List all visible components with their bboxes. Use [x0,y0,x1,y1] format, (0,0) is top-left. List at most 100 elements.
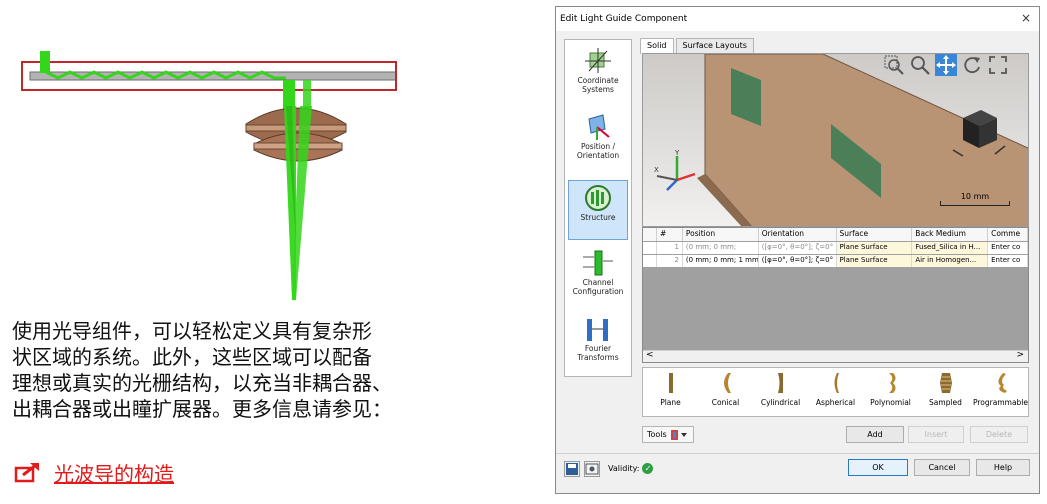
zoom-icon[interactable] [909,54,931,76]
tools-label: Tools [647,430,667,439]
cell-back-medium[interactable]: Air in Homogen... [912,255,989,267]
sidebar-item-position-orientation[interactable]: Position / Orientation [568,110,628,170]
sidebar-item-fourier-transforms[interactable]: Fourier Transforms [568,312,628,372]
sidebar-item-label: Position / Orientation [576,142,620,160]
surface-type-label: Sampled [929,398,962,407]
cell-position[interactable]: (0 mm; 0 mm; [683,242,759,254]
scale-bar: 10 mm [940,192,1010,212]
save-icon[interactable] [564,461,580,477]
surface-type-label: Cylindrical [760,398,801,407]
sidebar-item-coordinate-systems[interactable]: Coordinate Systems [568,44,628,104]
position-orientation-icon [588,114,610,140]
tools-icon [670,429,687,440]
dialog-title: Edit Light Guide Component [560,14,688,24]
structure-icon [585,185,611,211]
polynomial-surface-icon [888,373,895,393]
surface-type-polynomial[interactable]: Polynomial [863,368,918,416]
tools-dropdown-button[interactable]: Tools [642,426,694,443]
cell-back-medium[interactable]: Fused_Silica in H... [912,242,989,254]
insert-button[interactable]: Insert [908,426,964,443]
table-row[interactable]: 2 (0 mm; 0 mm; 1 mm ([φ=0°, θ=0°]; ζ=0° … [643,255,1028,267]
table-header: # Position Orientation Surface Back Medi… [643,228,1028,241]
cell-orientation[interactable]: ([φ=0°, θ=0°]; ζ=0° [759,255,837,267]
link-label[interactable]: 光波导的构造 [54,458,174,487]
cylindrical-surface-icon [777,373,783,393]
cell-index: 2 [657,255,683,267]
description-line: 使用光导组件，可以轻松定义具有复杂形 [12,319,372,343]
check-ok-icon: ✓ [642,463,654,474]
light-guide-illustration [0,0,540,310]
add-button[interactable]: Add [846,426,904,443]
cell-comment[interactable]: Enter co [988,242,1028,254]
axis-label-x: X [654,166,659,174]
validity-label: Validity: [608,464,640,473]
horizontal-scrollbar[interactable]: < > [643,350,1028,362]
cancel-button[interactable]: Cancel [914,459,970,476]
surface-type-label: Programmable [973,398,1029,407]
fourier-transforms-icon [587,319,608,341]
column-header[interactable]: Position [683,228,759,241]
column-header[interactable]: # [657,228,683,241]
tab-surface-layouts[interactable]: Surface Layouts [675,38,754,54]
table-row[interactable]: 1 (0 mm; 0 mm; ([φ=0°, θ=0°]; ζ=0° Plane… [643,242,1028,254]
cell-surface[interactable]: Plane Surface [836,255,913,267]
column-header[interactable]: Comme [988,228,1028,241]
tab-bar: Solid Surface Layouts [640,38,756,54]
cell-surface[interactable]: Plane Surface [836,242,913,254]
external-link-icon [14,463,39,483]
cell-comment[interactable]: Enter co [988,255,1028,267]
surface-type-aspherical[interactable]: Aspherical [808,368,863,416]
sidebar-item-label: Coordinate Systems [577,76,619,94]
cell-orientation[interactable]: ([φ=0°, θ=0°]; ζ=0° [759,242,837,254]
cell-index: 1 [657,242,683,254]
description-line: 出耦合器或出瞳扩展器。更多信息请参见： [12,397,392,421]
fit-view-icon[interactable] [987,54,1009,76]
waveguide-construction-link[interactable]: 光波导的构造 [14,456,174,488]
dialog-sidebar: Coordinate Systems Position / Orientatio… [564,39,632,377]
rotate-icon[interactable] [961,54,983,76]
orientation-cube-icon[interactable] [949,106,1009,164]
pan-icon[interactable] [935,54,957,76]
surface-type-plane[interactable]: Plane [643,368,698,416]
axis-label-y: Y [674,150,680,157]
3d-viewport[interactable]: Y X 10 mm [642,53,1029,227]
tab-solid[interactable]: Solid [640,38,674,54]
plane-surface-icon [668,373,673,393]
aspherical-surface-icon [834,373,839,393]
column-header[interactable]: Back Medium [912,228,989,241]
zoom-window-icon[interactable] [883,54,905,76]
programmable-surface-icon [997,373,1007,393]
column-header[interactable]: Surface [837,228,913,241]
footer-divider [556,453,1039,454]
column-header[interactable]: Orientation [759,228,837,241]
scroll-right-icon[interactable]: > [1016,350,1024,360]
sidebar-item-label: Structure [580,213,616,222]
surface-type-conical[interactable]: Conical [698,368,753,416]
surface-type-label: Plane [660,398,681,407]
surface-type-label: Aspherical [815,398,856,407]
validity-indicator: Validity: ✓ [608,463,654,474]
cell-position[interactable]: (0 mm; 0 mm; 1 mm [683,255,759,267]
description-line: 状区域的系统。此外，这些区域可以配备 [12,345,372,369]
surface-type-cylindrical[interactable]: Cylindrical [753,368,808,416]
coordinate-systems-icon [585,48,611,73]
sidebar-item-label: Fourier Transforms [577,344,619,362]
dialog-titlebar: Edit Light Guide Component × [556,7,1039,31]
sidebar-item-channel-configuration[interactable]: Channel Configuration [568,246,628,306]
surface-type-sampled[interactable]: Sampled [918,368,973,416]
help-button[interactable]: Help [976,459,1030,476]
surfaces-table: # Position Orientation Surface Back Medi… [642,227,1029,363]
ok-button[interactable]: OK [848,459,908,476]
footer-icons [564,461,600,477]
surface-type-label: Polynomial [870,398,911,407]
delete-button[interactable]: Delete [970,426,1028,443]
surface-type-palette: Plane Conical Cylindrical Aspherical Pol… [642,367,1029,417]
axis-gizmo-icon: Y X [654,150,696,191]
description-paragraph: 使用光导组件，可以轻松定义具有复杂形 状区域的系统。此外，这些区域可以配备 理想… [12,318,512,422]
scroll-left-icon[interactable]: < [646,350,654,360]
edit-light-guide-dialog: Edit Light Guide Component × Coordinate … [555,6,1040,494]
surface-type-programmable[interactable]: Programmable [973,368,1028,416]
close-icon[interactable]: × [1021,11,1031,25]
sidebar-item-structure[interactable]: Structure [568,180,628,240]
preview-icon[interactable] [584,461,600,477]
